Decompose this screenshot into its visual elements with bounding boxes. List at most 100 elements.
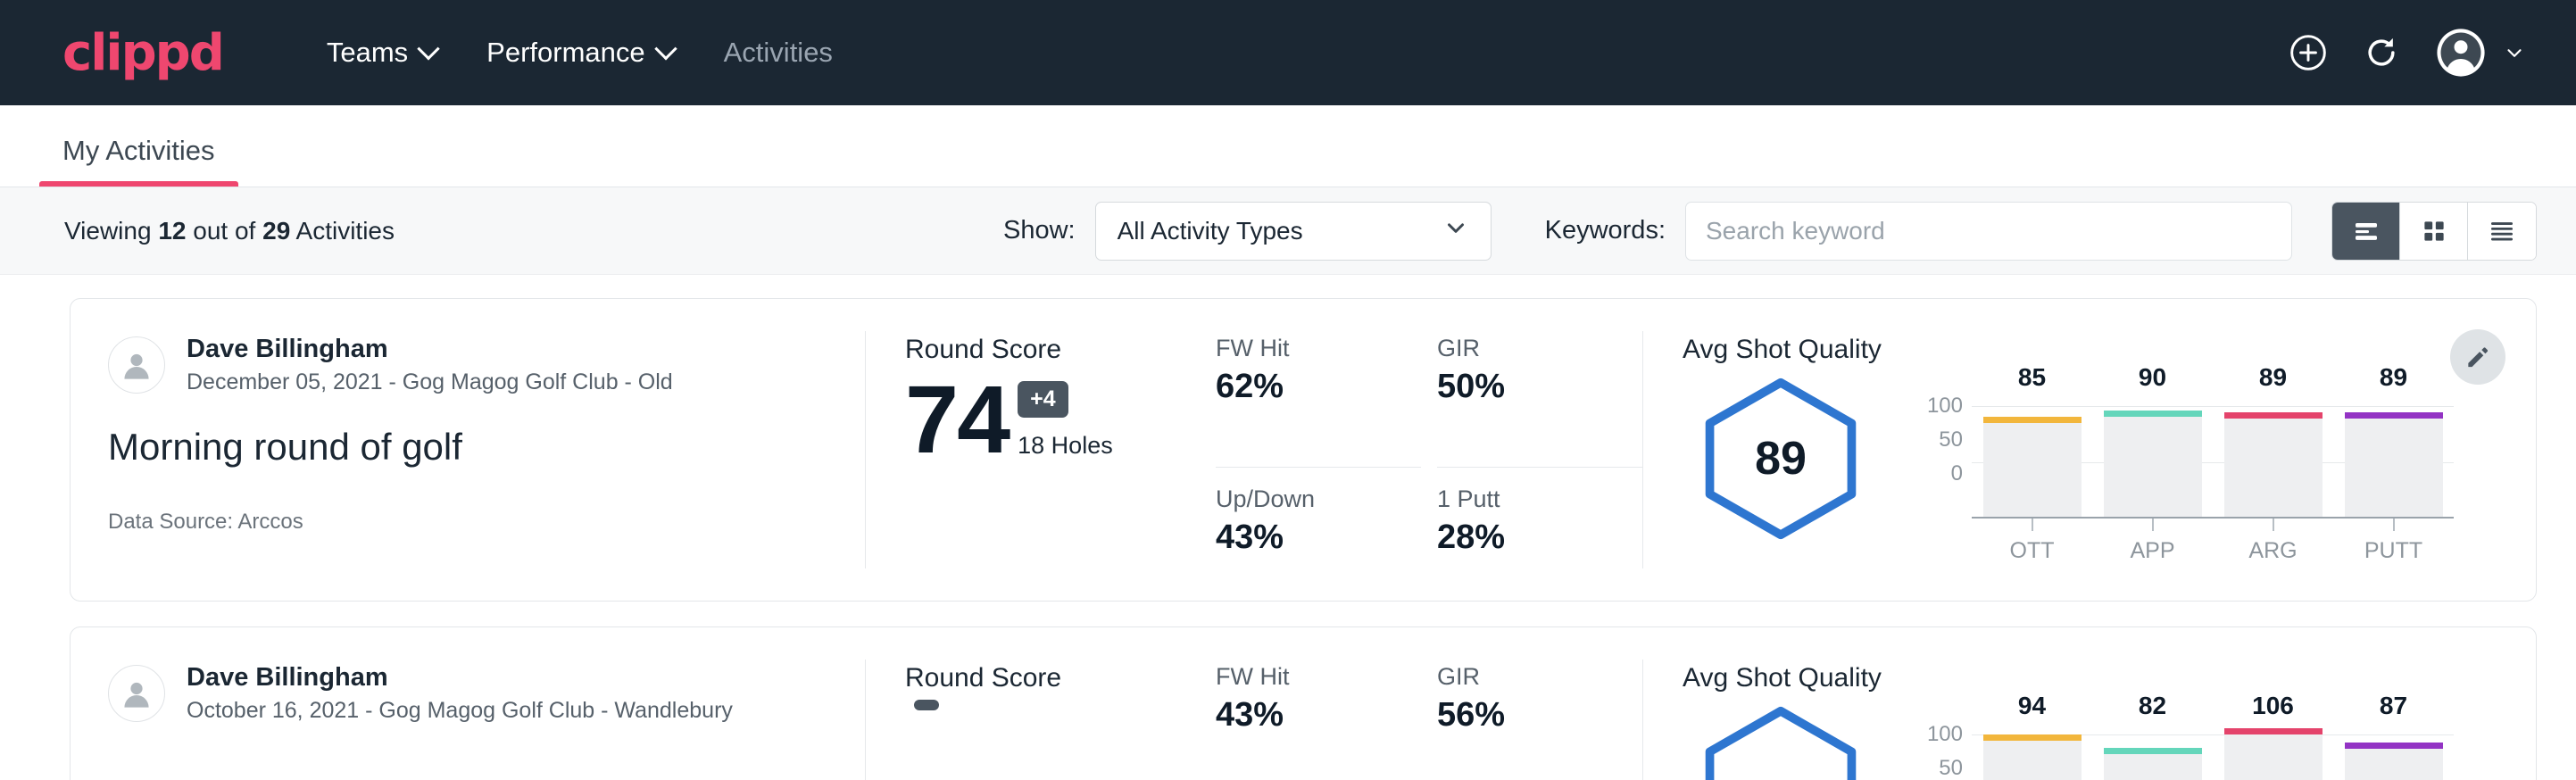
activity-owner: Dave Billingham December 05, 2021 - Gog … [108,335,865,395]
quality-hexagon [1683,701,1879,780]
bar-value-putt: 89 [2345,363,2443,392]
chart-plot-area: 94 82 [1972,711,2454,780]
activity-owner: Dave Billingham October 16, 2021 - Gog M… [108,663,865,724]
show-label: Show: [1003,216,1076,245]
chevron-down-icon [2503,41,2526,64]
activity-type-select[interactable]: All Activity Types [1095,202,1492,261]
round-score-label: Round Score [905,663,1196,693]
stat-fw-hit: FW Hit 62% [1216,335,1421,468]
account-menu-button[interactable] [2435,27,2526,79]
view-mode-grid-button[interactable] [2400,203,2468,260]
chevron-down-icon [654,37,677,60]
x-tick [2224,519,2323,531]
search-input[interactable] [1706,217,2272,245]
bar-column-putt[interactable]: 87 [2345,734,2443,780]
person-icon [117,674,156,713]
bar-cap-app [2104,411,2202,417]
bar-cap-app [2104,748,2202,754]
y-tick: 50 [1939,429,1963,451]
nav-right-actions [2289,27,2526,79]
app-logo[interactable]: clippd [62,24,223,82]
round-stats-grid: FW Hit 43% GIR 56% [1196,627,1642,780]
avg-shot-quality-column: Avg Shot Quality 100 50 [1643,627,2536,780]
page-tab-bar: My Activities [0,105,2576,187]
nav-item-performance[interactable]: Performance [461,28,698,78]
viewing-total: 29 [262,217,290,245]
y-tick: 100 [1927,724,1963,745]
avg-shot-quality-column: Avg Shot Quality 89 100 50 [1643,299,2536,601]
activity-type-select-value: All Activity Types [1118,217,1303,245]
refresh-button[interactable] [2362,33,2401,72]
bar-value-arg: 106 [2224,692,2323,720]
stat-gir-value: 56% [1437,696,1619,734]
x-tick [2345,519,2443,531]
bar-value-arg: 89 [2224,363,2323,392]
account-avatar-icon [2435,27,2487,79]
chart-bars: 94 82 [1972,734,2454,780]
show-filter-group: Show: All Activity Types [1003,202,1492,261]
stat-one-putt-value: 28% [1437,519,1619,557]
detail-list-view-icon [2486,215,2518,247]
list-view-icon [2350,215,2382,247]
stat-up-down-label: Up/Down [1216,485,1398,513]
stat-fw-hit-value: 43% [1216,696,1398,734]
top-navigation-bar: clippd Teams Performance Activities [0,0,2576,105]
edit-activity-button[interactable] [2450,329,2505,385]
x-tick [2104,519,2202,531]
main-nav-links: Teams Performance Activities [302,28,858,78]
bar-column-arg[interactable]: 106 [2224,734,2323,780]
bar-value-app: 90 [2104,363,2202,392]
bar-column-ott[interactable]: 94 [1983,734,2082,780]
avatar [108,665,165,722]
quality-hexagon: 89 [1683,372,1879,542]
nav-item-teams[interactable]: Teams [302,28,461,78]
avg-shot-quality-value: 89 [1693,432,1868,485]
activity-card[interactable]: Dave Billingham December 05, 2021 - Gog … [70,298,2537,602]
bar-column-putt[interactable]: 89 [2345,406,2443,517]
activity-card[interactable]: Dave Billingham October 16, 2021 - Gog M… [70,626,2537,780]
viewing-count: 12 [158,217,186,245]
view-mode-list-button[interactable] [2332,203,2400,260]
bar-column-arg[interactable]: 89 [2224,406,2323,517]
round-score-column: Round Score 74 +4 18 Holes [866,299,1196,601]
bar-value-app: 82 [2104,692,2202,720]
view-mode-toggle-group [2331,202,2537,261]
avg-shot-quality-label: Avg Shot Quality [1683,663,2536,693]
viewing-count-text: Viewing 12 out of 29 Activities [64,217,395,245]
y-tick: 0 [1951,463,1963,485]
chevron-down-icon [1442,214,1469,247]
bar-column-app[interactable]: 90 [2104,406,2202,517]
to-par-badge: +4 [1018,381,1068,418]
x-label-ott: OTT [1983,538,2082,564]
stat-one-putt: 1 Putt 28% [1437,468,1642,602]
stat-gir-label: GIR [1437,663,1619,691]
chart-x-ticks [1972,519,2454,531]
search-input-wrapper[interactable] [1685,202,2292,261]
owner-name: Dave Billingham [187,335,673,364]
nav-item-activities[interactable]: Activities [699,28,858,78]
bar-cap-putt [2345,743,2443,749]
stat-gir: GIR 56% [1437,663,1642,780]
activity-title: Morning round of golf [108,426,865,469]
tab-my-activities[interactable]: My Activities [39,135,238,187]
bar-cap-arg [2224,728,2323,734]
nav-item-activities-label: Activities [724,37,833,69]
activity-data-source: Data Source: Arccos [108,510,865,535]
avg-shot-quality-label: Avg Shot Quality [1683,335,2536,365]
activity-info-column: Dave Billingham December 05, 2021 - Gog … [71,299,865,601]
add-activity-button[interactable] [2289,33,2328,72]
stat-fw-hit-label: FW Hit [1216,335,1398,362]
chart-x-axis-labels: OTT APP ARG PUTT [1972,538,2454,564]
stat-fw-hit-label: FW Hit [1216,663,1398,691]
chart-plot-area: 85 90 [1972,383,2454,519]
stat-fw-hit-value: 62% [1216,368,1398,406]
view-mode-detail-button[interactable] [2468,203,2536,260]
activity-meta: October 16, 2021 - Gog Magog Golf Club -… [187,698,733,724]
bar-value-ott: 85 [1983,363,2082,392]
stat-one-putt-label: 1 Putt [1437,485,1619,513]
bar-column-app[interactable]: 82 [2104,734,2202,780]
round-score-value: 74 [905,370,1009,469]
chart-bars: 85 90 [1972,406,2454,517]
bar-column-ott[interactable]: 85 [1983,406,2082,517]
x-label-arg: ARG [2224,538,2323,564]
